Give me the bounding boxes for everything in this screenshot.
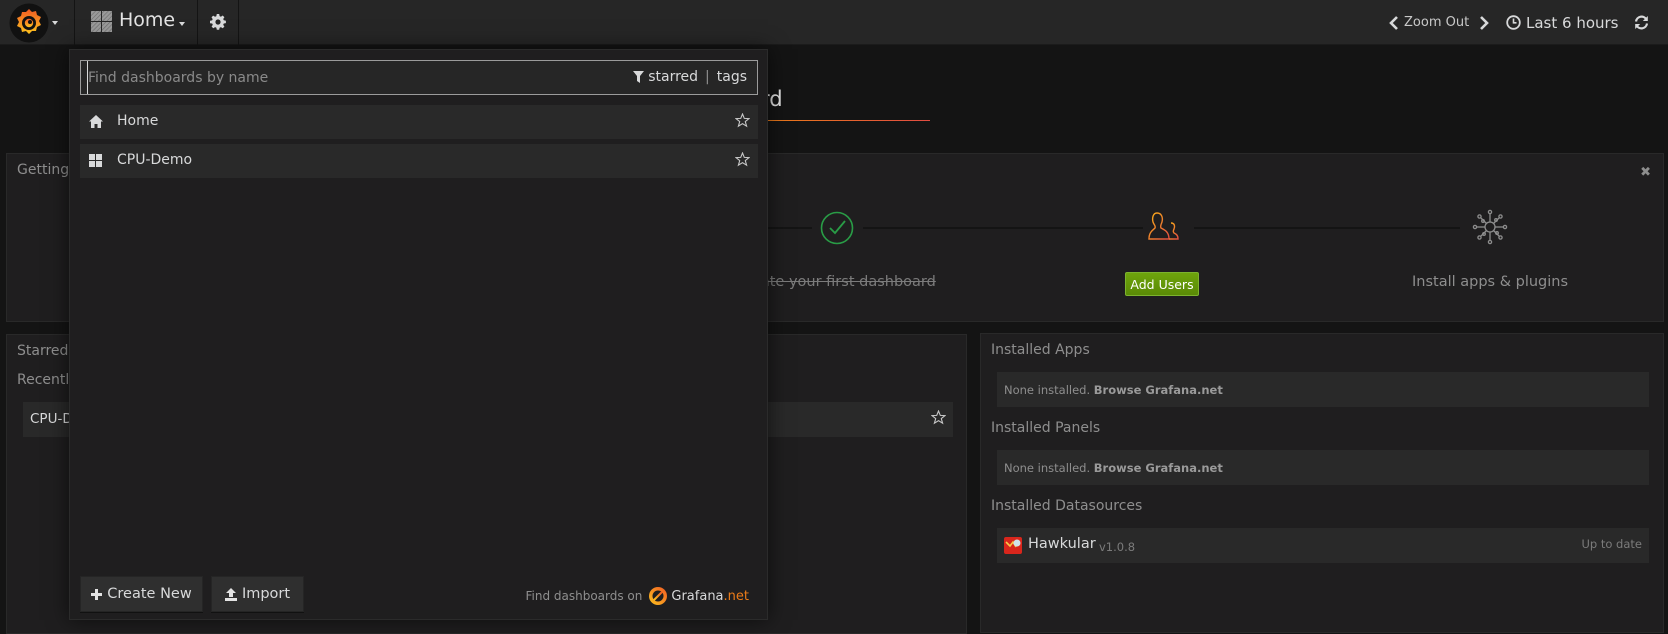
search-input[interactable] [87, 61, 587, 94]
browse-grafana-net-link[interactable]: Browse Grafana.net [1094, 383, 1223, 397]
none-installed-text: None installed. [1004, 383, 1091, 397]
import-label: Import [241, 586, 291, 602]
home-icon [89, 115, 103, 128]
time-shift-back-button[interactable] [1384, 0, 1404, 45]
installed-panels-heading: Installed Panels [991, 420, 1101, 436]
add-users-button[interactable]: Add Users [1125, 272, 1199, 296]
datasource-item[interactable]: Hawkular v1.0.8 Up to date [997, 528, 1649, 563]
datasource-status: Up to date [1581, 537, 1642, 551]
browse-grafana-net-link[interactable]: Browse Grafana.net [1094, 461, 1223, 475]
create-new-label: Create New [107, 586, 192, 602]
dashboard-picker-button[interactable]: Home [75, 0, 197, 45]
dashboard-grid-icon [89, 154, 102, 167]
chevron-right-icon [1480, 15, 1489, 30]
star-icon[interactable] [735, 113, 750, 128]
check-circle-icon [820, 211, 854, 245]
create-new-dashboard-button[interactable]: Create New [80, 576, 203, 612]
users-icon [1148, 212, 1179, 240]
step-install-plugins[interactable]: Install apps & plugins [1412, 274, 1568, 290]
grafana-net-logo-icon [649, 587, 668, 605]
search-result-name: CPU-Demo [117, 152, 193, 168]
zoom-out-button[interactable]: Zoom Out [1404, 0, 1469, 45]
dashboard-title: Home [119, 9, 176, 31]
time-range-label: Last 6 hours [1526, 13, 1619, 32]
close-icon[interactable]: ✖ [1640, 165, 1651, 180]
find-on-label: Find dashboards on [525, 589, 643, 603]
refresh-icon [1634, 15, 1648, 30]
top-navbar: Home Zoom Out Last 6 hours [0, 0, 1668, 45]
grafana-menu-button[interactable] [8, 2, 68, 43]
time-shift-forward-button[interactable] [1474, 0, 1494, 45]
filter-starred-link[interactable]: starred [648, 69, 698, 85]
search-box: starred | tags [80, 60, 758, 95]
chevron-left-icon [1389, 15, 1398, 30]
caret-down-icon [52, 21, 58, 25]
grafana-net-link[interactable]: Grafana .net [648, 586, 749, 606]
plugin-list-panel: Installed Apps None installed. Browse Gr… [980, 333, 1664, 633]
dashboard-grid-icon [91, 11, 112, 32]
installed-panels-row: None installed. Browse Grafana.net [997, 450, 1649, 485]
filter-tags-link[interactable]: tags [717, 69, 747, 85]
grafana-logo-icon [9, 3, 49, 43]
navbar-divider [238, 0, 239, 45]
star-icon[interactable] [735, 152, 750, 167]
caret-down-icon [179, 22, 185, 26]
search-filters: starred | tags [633, 69, 747, 85]
search-result-item[interactable]: Home [80, 105, 758, 139]
upload-icon [224, 587, 237, 601]
step-connector [1194, 227, 1460, 229]
grafana-net-name: Grafana [671, 588, 724, 604]
gear-icon [210, 14, 226, 30]
time-range-picker[interactable]: Last 6 hours [1506, 0, 1619, 45]
star-icon[interactable] [931, 410, 946, 425]
hawkular-logo-icon [1004, 537, 1022, 554]
plus-icon [91, 588, 103, 600]
find-on-grafana-net: Find dashboards on Grafana .net [525, 586, 749, 606]
plugins-icon [1472, 209, 1508, 245]
clock-icon [1506, 15, 1521, 30]
installed-apps-heading: Installed Apps [991, 342, 1090, 358]
installed-datasources-heading: Installed Datasources [991, 498, 1143, 514]
refresh-button[interactable] [1630, 0, 1652, 45]
import-dashboard-button[interactable]: Import [211, 576, 304, 612]
search-result-name: Home [117, 113, 159, 129]
installed-apps-row: None installed. Browse Grafana.net [997, 372, 1649, 407]
filter-icon [633, 71, 645, 83]
filter-separator: | [705, 69, 710, 85]
search-result-item[interactable]: CPU-Demo [80, 144, 758, 178]
datasource-version: v1.0.8 [1099, 540, 1136, 554]
step-connector [863, 227, 1143, 229]
dashboard-settings-button[interactable] [198, 0, 238, 45]
dashboard-search-dropdown: starred | tags Home CPU-Demo Create New … [69, 49, 768, 620]
none-installed-text: None installed. [1004, 461, 1091, 475]
datasource-name: Hawkular [1028, 536, 1096, 552]
grafana-net-suffix: .net [723, 588, 749, 604]
